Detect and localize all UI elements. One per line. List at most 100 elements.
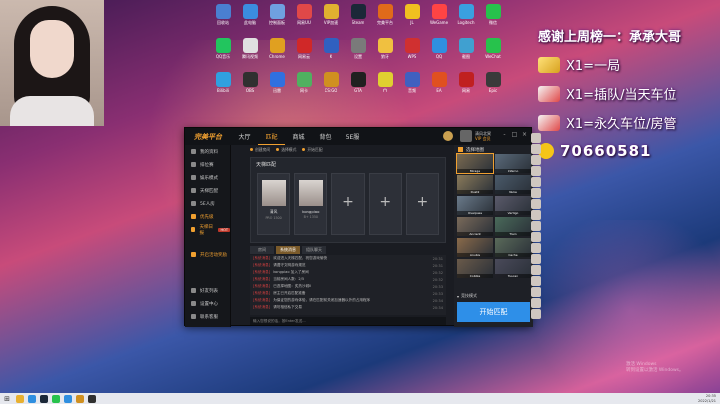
chat-tab[interactable]: 系统消息	[276, 246, 300, 254]
game-icon[interactable]	[76, 394, 84, 403]
desktop-icon[interactable]: 截图	[453, 38, 479, 66]
nav-tab[interactable]: 5E服	[339, 128, 366, 145]
close-button[interactable]: ×	[521, 131, 528, 138]
desktop-icon[interactable]: 网易	[453, 72, 479, 100]
sidebar-item[interactable]: 娱乐模式	[185, 171, 230, 184]
desktop-icon[interactable]: 设置	[345, 38, 371, 66]
desktop-icon[interactable]: QQ音乐	[210, 38, 236, 66]
desktop-icon[interactable]: Bilibili	[210, 72, 236, 100]
desktop-icon[interactable]: Epic	[480, 72, 506, 100]
desktop-icon[interactable]: CS:GO	[318, 72, 344, 100]
desktop-icon[interactable]: 网易UU	[291, 4, 317, 32]
wechat-icon[interactable]	[52, 394, 60, 403]
map-thumbnail[interactable]: Mirage	[456, 153, 494, 174]
sidebar-item[interactable]: 5E人房	[185, 197, 230, 210]
player-slot[interactable]: 清风 PRO 1500	[257, 173, 291, 235]
desktop-icon[interactable]: 狼牙	[372, 38, 398, 66]
map-thumbnail[interactable]: Train	[495, 217, 531, 236]
desktop-icon[interactable]: K	[318, 38, 344, 66]
map-thumbnail[interactable]: Tuscan	[495, 259, 531, 278]
desktop-icon[interactable]: 回收站	[210, 4, 236, 32]
map-thumbnail[interactable]: Anubis	[457, 238, 493, 257]
desktop-icon[interactable]: 控制面板	[264, 4, 290, 32]
floating-avatar[interactable]	[531, 199, 541, 209]
floating-avatar[interactable]	[531, 265, 541, 275]
desktop-icon[interactable]: JL	[399, 4, 425, 32]
desktop-icon[interactable]: WPS	[399, 38, 425, 66]
desktop-icon[interactable]: OBS	[237, 72, 263, 100]
desktop-icon[interactable]: WeGame	[426, 4, 452, 32]
map-thumbnail[interactable]: Vertigo	[495, 196, 531, 215]
floating-avatar[interactable]	[531, 155, 541, 165]
empty-slot[interactable]: +	[331, 173, 365, 235]
floating-avatar[interactable]	[531, 144, 541, 154]
desktop-icon[interactable]: Logitech	[453, 4, 479, 32]
desktop-icon[interactable]: 网卡	[291, 72, 317, 100]
map-thumbnail[interactable]: Cache	[495, 238, 531, 257]
desktop-icon[interactable]: 腾讯视频	[237, 38, 263, 66]
sidebar-bottom-item[interactable]: 设置中心	[185, 297, 231, 310]
floating-avatar[interactable]	[531, 254, 541, 264]
sidebar-item[interactable]: 天梯匹配	[185, 184, 230, 197]
player-slot[interactable]: kongpiao B+ 1350	[294, 173, 328, 235]
desktop-icon[interactable]: YY	[372, 72, 398, 100]
floating-avatar[interactable]	[531, 287, 541, 297]
desktop-icon[interactable]: VIP加速	[318, 4, 344, 32]
sidebar-item[interactable]: 优先级	[185, 210, 230, 223]
floating-avatar[interactable]	[531, 221, 541, 231]
desktop-icon[interactable]: WeChat	[480, 38, 506, 66]
floating-avatar[interactable]	[531, 133, 541, 143]
desktop-icon[interactable]: 音频	[399, 72, 425, 100]
map-thumbnail[interactable]: Overpass	[457, 196, 493, 215]
maximize-button[interactable]: □	[511, 131, 518, 138]
edge-icon[interactable]	[28, 394, 36, 403]
nav-tab[interactable]: 大厅	[231, 128, 258, 145]
sidebar-item[interactable]: 我的资料	[185, 145, 230, 158]
minimize-button[interactable]: -	[501, 131, 508, 138]
map-thumbnail[interactable]: Cobble	[457, 259, 493, 278]
windows-start-icon[interactable]: ⊞	[0, 393, 14, 404]
desktop-icon[interactable]: QQ	[426, 38, 452, 66]
nav-tab[interactable]: 匹配	[258, 128, 285, 145]
sidebar-item[interactable]: 排位赛	[185, 158, 230, 171]
mode-selector[interactable]: ▾ 竞技模式	[457, 293, 530, 299]
user-box[interactable]: 清风北冥 VIP 会员	[460, 130, 491, 142]
desktop-icon[interactable]: Chrome	[264, 38, 290, 66]
desktop-icon[interactable]: GTA	[345, 72, 371, 100]
chat-input[interactable]: 输入您想说的话，按Enter发送...	[250, 317, 446, 325]
taskbar-clock[interactable]: 20:35 2022/1/21	[698, 394, 716, 403]
sidebar-bottom-item[interactable]: 好友列表	[185, 284, 231, 297]
map-thumbnail[interactable]: Ancient	[457, 217, 493, 236]
sidebar-bottom-item[interactable]: 联系客服	[185, 310, 231, 323]
sidebar-item-event-reward[interactable]: 开启活动奖励	[185, 248, 230, 261]
floating-avatar[interactable]	[531, 243, 541, 253]
sidebar-item[interactable]: 天梯日报 HOT	[185, 223, 230, 236]
empty-slot[interactable]: +	[368, 173, 402, 235]
nav-tab[interactable]: 商城	[285, 128, 312, 145]
empty-slot[interactable]: +	[405, 173, 440, 235]
chat-tab[interactable]: 房间	[250, 246, 274, 254]
desktop-icon[interactable]: 此电脑	[237, 4, 263, 32]
desktop-icon[interactable]: EA	[426, 72, 452, 100]
nav-tab[interactable]: 背包	[312, 128, 339, 145]
start-match-button[interactable]: 开始匹配	[457, 302, 530, 322]
desktop-icon[interactable]: 完美平台	[372, 4, 398, 32]
avatar[interactable]	[460, 130, 472, 142]
file-explorer-icon[interactable]	[16, 394, 24, 403]
obs-icon[interactable]	[88, 394, 96, 403]
qq-icon[interactable]	[64, 394, 72, 403]
floating-avatar[interactable]	[531, 298, 541, 308]
map-thumbnail[interactable]: Nuke	[495, 175, 531, 194]
floating-avatar[interactable]	[531, 232, 541, 242]
floating-avatar[interactable]	[531, 177, 541, 187]
desktop-icon[interactable]: 迅雷	[264, 72, 290, 100]
desktop-icon[interactable]: 微信	[480, 4, 506, 32]
floating-avatar[interactable]	[531, 309, 541, 319]
floating-avatar[interactable]	[531, 210, 541, 220]
desktop-icon[interactable]: 网易云	[291, 38, 317, 66]
steam-icon[interactable]	[40, 394, 48, 403]
floating-avatar[interactable]	[531, 276, 541, 286]
floating-avatar[interactable]	[531, 166, 541, 176]
floating-avatar[interactable]	[531, 188, 541, 198]
desktop-icon[interactable]: Steam	[345, 4, 371, 32]
